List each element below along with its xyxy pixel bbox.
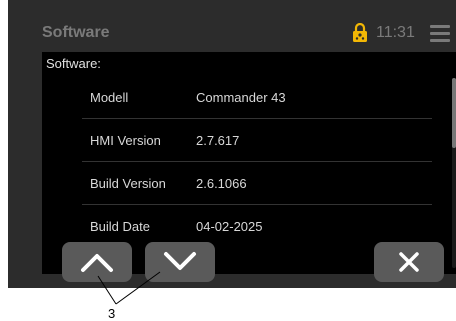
- callout-number: 3: [108, 306, 116, 321]
- row-value: Commander 43: [196, 90, 286, 105]
- section-title: Software:: [46, 56, 101, 71]
- row-label: Build Version: [90, 176, 166, 191]
- chevron-up-icon: [81, 254, 113, 272]
- row-value: 2.6.1066: [196, 176, 247, 191]
- scrollbar[interactable]: [452, 78, 456, 268]
- list-item: Modell Commander 43: [82, 76, 432, 119]
- hamburger-menu-icon[interactable]: [430, 25, 450, 43]
- scroll-down-button[interactable]: [145, 242, 215, 282]
- clock-time: 11:31: [376, 24, 415, 41]
- list-item: HMI Version 2.7.617: [82, 119, 432, 162]
- close-button[interactable]: [374, 242, 444, 282]
- scrollbar-thumb[interactable]: [452, 78, 456, 148]
- title-bar: Software 11:31: [8, 16, 456, 50]
- info-list: Modell Commander 43 HMI Version 2.7.617 …: [82, 76, 432, 247]
- row-label: HMI Version: [90, 133, 161, 148]
- list-item: Build Date 04-02-2025: [82, 205, 432, 247]
- page-title: Software: [42, 24, 110, 41]
- row-label: Modell: [90, 90, 129, 105]
- row-value: 2.7.617: [196, 133, 240, 148]
- close-icon: [399, 252, 419, 272]
- row-value: 04-02-2025: [196, 219, 263, 234]
- chevron-down-icon: [164, 252, 196, 270]
- list-item: Build Version 2.6.1066: [82, 162, 432, 205]
- scroll-up-button[interactable]: [62, 242, 132, 282]
- content-panel: Software: Modell Commander 43 HMI Versio…: [42, 52, 456, 274]
- row-label: Build Date: [90, 219, 150, 234]
- padlock-icon[interactable]: [352, 23, 368, 43]
